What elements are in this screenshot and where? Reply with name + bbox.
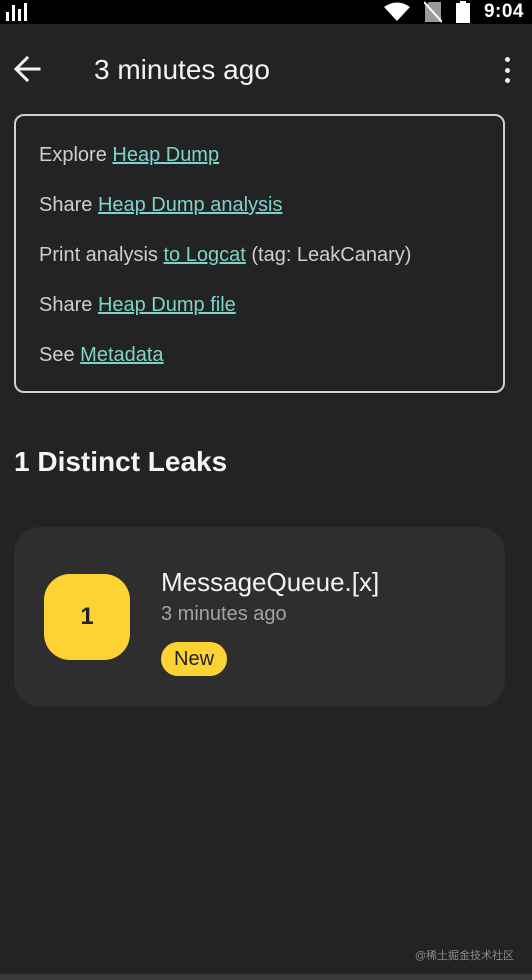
logcat-link[interactable]: to Logcat bbox=[164, 244, 246, 266]
battery-icon bbox=[455, 1, 470, 23]
wifi-icon bbox=[383, 2, 410, 21]
new-badge: New bbox=[161, 642, 228, 676]
status-time: 9:04 bbox=[483, 1, 524, 22]
metadata-row: See Metadata bbox=[39, 344, 164, 366]
heap-dump-actions-card: Explore Heap Dump Share Heap Dump analys… bbox=[14, 114, 505, 393]
print-logcat-row: Print analysis to Logcat (tag: LeakCanar… bbox=[39, 244, 412, 266]
heap-dump-file-link[interactable]: Heap Dump file bbox=[98, 294, 236, 316]
leak-item[interactable]: 1 MessageQueue.[x] 3 minutes ago New bbox=[14, 527, 505, 707]
watermark: @稀土掘金技术社区 bbox=[414, 950, 514, 962]
app-bar: 3 minutes ago bbox=[0, 24, 532, 116]
screen: 9:04 3 minutes ago Explore Heap Dump Sha… bbox=[0, 0, 532, 980]
leak-title: MessageQueue.[x] bbox=[161, 567, 380, 597]
heap-dump-analysis-link[interactable]: Heap Dump analysis bbox=[98, 194, 283, 216]
leak-count-badge: 1 bbox=[44, 574, 130, 660]
metadata-link[interactable]: Metadata bbox=[80, 344, 163, 366]
page-title: 3 minutes ago bbox=[94, 54, 270, 85]
share-analysis-row: Share Heap Dump analysis bbox=[39, 194, 283, 216]
signal-icon bbox=[6, 3, 27, 21]
more-options-button[interactable] bbox=[496, 54, 518, 86]
explore-heap-dump-row: Explore Heap Dump bbox=[39, 144, 220, 166]
arrow-left-icon bbox=[13, 55, 41, 83]
back-button[interactable] bbox=[10, 52, 44, 86]
heap-dump-link[interactable]: Heap Dump bbox=[112, 144, 219, 166]
navigation-bar bbox=[0, 974, 532, 980]
status-bar: 9:04 bbox=[0, 0, 532, 24]
more-vert-icon bbox=[504, 57, 510, 62]
section-title: 1 Distinct Leaks bbox=[14, 446, 228, 477]
share-file-row: Share Heap Dump file bbox=[39, 294, 236, 316]
no-sim-icon bbox=[423, 1, 442, 23]
leak-time: 3 minutes ago bbox=[161, 603, 287, 625]
